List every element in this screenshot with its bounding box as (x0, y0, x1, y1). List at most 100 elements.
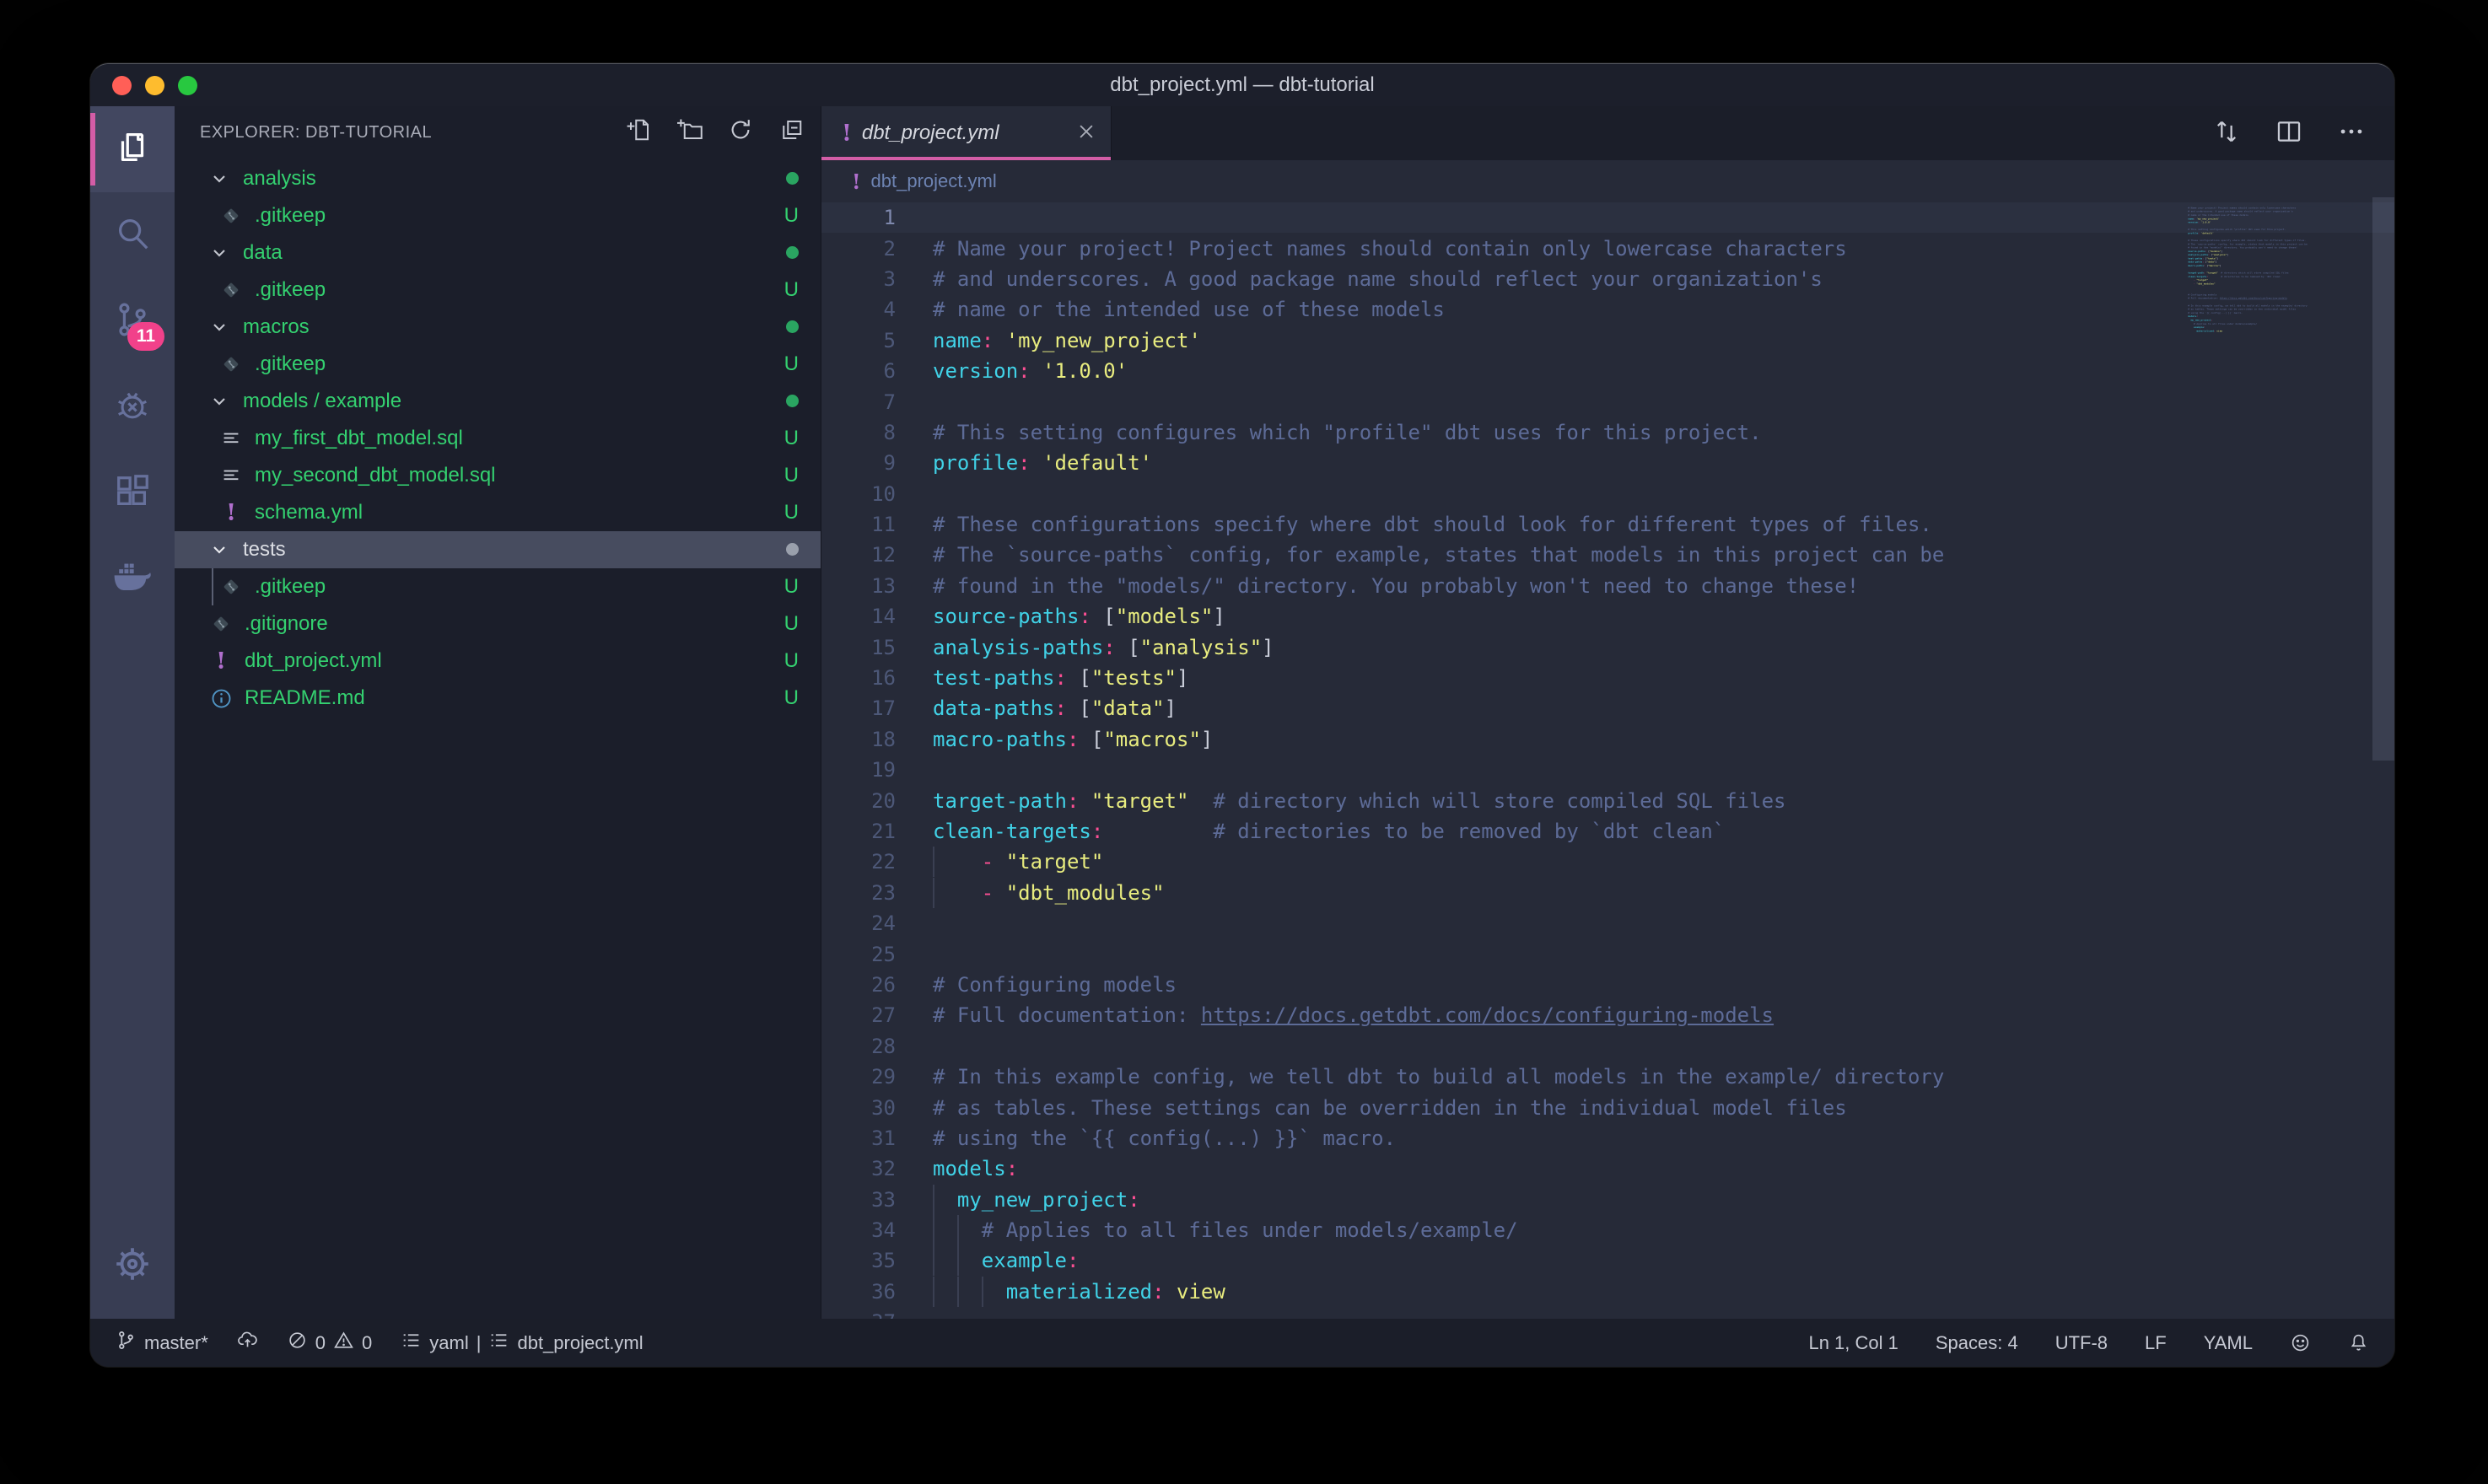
line-content: data-paths: ["data"] (933, 696, 1177, 720)
tree-item-my-first-dbt-model-sql[interactable]: my_first_dbt_model.sqlU (175, 420, 821, 457)
activity-debug[interactable] (90, 364, 175, 450)
tree-indent-guide (212, 568, 213, 605)
code-line-30[interactable]: 30# as tables. These settings can be ove… (821, 1092, 2394, 1122)
code-line-22[interactable]: 22 - "target" (821, 847, 2394, 877)
minimize-window-button[interactable] (145, 76, 164, 95)
code-line-7[interactable]: 7 (821, 386, 2394, 417)
code-line-28[interactable]: 28 (821, 1031, 2394, 1062)
code-line-19[interactable]: 19 (821, 755, 2394, 785)
tree-item-macros[interactable]: macros (175, 309, 821, 346)
git-branch-status[interactable]: master* (116, 1330, 208, 1356)
code-line-21[interactable]: 21clean-targets: # directories to be rem… (821, 816, 2394, 847)
code-line-8[interactable]: 8# This setting configures which "profil… (821, 417, 2394, 448)
line-number: 6 (821, 359, 896, 383)
code-line-33[interactable]: 33 my_new_project: (821, 1185, 2394, 1215)
code-line-32[interactable]: 32models: (821, 1153, 2394, 1184)
split-editor-icon[interactable] (2275, 117, 2303, 150)
editor-scrollbar[interactable] (2372, 197, 2394, 761)
activity-settings[interactable] (90, 1223, 175, 1309)
code-line-12[interactable]: 12# The `source-paths` config, for examp… (821, 540, 2394, 570)
code-line-31[interactable]: 31# using the `{{ config(...) }}` macro. (821, 1123, 2394, 1153)
code-line-25[interactable]: 25 (821, 938, 2394, 969)
code-line-6[interactable]: 6version: '1.0.0' (821, 356, 2394, 386)
code-line-26[interactable]: 26# Configuring models (821, 970, 2394, 1000)
yaml-schema-selector[interactable]: yaml | dbt_project.yml (401, 1330, 643, 1356)
tree-item-my-second-dbt-model-sql[interactable]: my_second_dbt_model.sqlU (175, 457, 821, 494)
code-editor[interactable]: 12# Name your project! Project names sho… (821, 202, 2394, 1319)
code-line-10[interactable]: 10 (821, 479, 2394, 509)
activity-source-control[interactable]: 11 (90, 278, 175, 364)
code-line-27[interactable]: 27# Full documentation: https://docs.get… (821, 1000, 2394, 1030)
code-line-5[interactable]: 5name: 'my_new_project' (821, 325, 2394, 356)
code-line-13[interactable]: 13# found in the "models/" directory. Yo… (821, 571, 2394, 601)
tree-item--gitignore[interactable]: .gitignoreU (175, 605, 821, 643)
code-line-24[interactable]: 24 (821, 908, 2394, 938)
code-line-3[interactable]: 3# and underscores. A good package name … (821, 264, 2394, 294)
code-line-23[interactable]: 23 - "dbt_modules" (821, 878, 2394, 908)
tree-item-models-example[interactable]: models / example (175, 383, 821, 420)
code-line-9[interactable]: 9profile: 'default' (821, 448, 2394, 478)
code-line-2[interactable]: 2# Name your project! Project names shou… (821, 233, 2394, 263)
new-folder-icon[interactable] (677, 117, 703, 148)
code-line-4[interactable]: 4# name or the intended use of these mod… (821, 294, 2394, 325)
code-line-29[interactable]: 29# In this example config, we tell dbt … (821, 1062, 2394, 1092)
code-line-35[interactable]: 35 example: (821, 1245, 2394, 1276)
notifications-bell-icon[interactable] (2348, 1332, 2369, 1353)
line-content: name: 'my_new_project' (2188, 218, 2220, 220)
line-number: 2 (821, 237, 896, 261)
zoom-window-button[interactable] (178, 76, 197, 95)
errors-icon (287, 1330, 308, 1356)
code-line-36[interactable]: 36 materialized: view (821, 1277, 2394, 1307)
eol-setting[interactable]: LF (2145, 1332, 2167, 1354)
publish-changes-button[interactable] (237, 1330, 258, 1356)
activity-search[interactable] (90, 192, 175, 278)
code-line-16[interactable]: 16test-paths: ["tests"] (821, 663, 2394, 693)
more-actions-icon[interactable] (2337, 117, 2366, 150)
tree-item-schema-yml[interactable]: !schema.ymlU (175, 494, 821, 531)
tree-item-dbt-project-yml[interactable]: !dbt_project.ymlU (175, 643, 821, 680)
code-line-34[interactable]: 34 # Applies to all files under models/e… (821, 1215, 2394, 1245)
code-line-14[interactable]: 14source-paths: ["models"] (821, 601, 2394, 632)
close-tab-icon[interactable] (1077, 122, 1096, 145)
tree-item--gitkeep[interactable]: .gitkeepU (175, 272, 821, 309)
refresh-icon[interactable] (728, 117, 753, 148)
new-file-icon[interactable] (627, 117, 652, 148)
line-number: 5 (821, 329, 896, 352)
activity-extensions[interactable] (90, 450, 175, 536)
git-status-badge: U (784, 649, 799, 673)
collapse-folders-icon[interactable] (778, 117, 804, 148)
indentation-setting[interactable]: Spaces: 4 (1936, 1332, 2018, 1354)
tree-item-readme-md[interactable]: README.mdU (175, 680, 821, 717)
code-line-1[interactable]: 1 (821, 202, 2394, 233)
code-line-17[interactable]: 17data-paths: ["data"] (821, 693, 2394, 723)
tree-item--gitkeep[interactable]: .gitkeepU (175, 346, 821, 383)
code-line-18[interactable]: 18macro-paths: ["macros"] (821, 724, 2394, 755)
activity-explorer[interactable] (90, 106, 175, 192)
tree-item--gitkeep[interactable]: .gitkeepU (175, 568, 821, 605)
language-mode[interactable]: YAML (2204, 1332, 2253, 1354)
tree-item--gitkeep[interactable]: .gitkeepU (175, 197, 821, 234)
open-changes-icon[interactable] (2212, 117, 2241, 150)
line-content: profile: 'default' (933, 451, 1152, 475)
code-line-15[interactable]: 15analysis-paths: ["analysis"] (821, 632, 2394, 662)
line-number: 37 (821, 1310, 896, 1319)
tree-item-label: README.md (245, 686, 784, 710)
git-status-badge: U (784, 278, 799, 302)
close-window-button[interactable] (112, 76, 132, 95)
minimap[interactable]: # Name your project! Project names shoul… (2184, 202, 2367, 455)
tree-item-tests[interactable]: tests (175, 531, 821, 568)
tree-item-analysis[interactable]: analysis (175, 160, 821, 197)
encoding-setting[interactable]: UTF-8 (2055, 1332, 2108, 1354)
code-line-11[interactable]: 11# These configurations specify where d… (821, 509, 2394, 540)
feedback-smiley-icon[interactable] (2290, 1332, 2311, 1353)
cursor-position[interactable]: Ln 1, Col 1 (1808, 1332, 1898, 1354)
breadcrumb[interactable]: ! dbt_project.yml (821, 160, 2394, 202)
modified-dot (786, 538, 799, 562)
tree-item-data[interactable]: data (175, 234, 821, 272)
activity-docker[interactable] (90, 536, 175, 622)
tab-dbt-project-yml[interactable]: ! dbt_project.yml (821, 106, 1112, 160)
problems-status[interactable]: 0 0 (287, 1330, 373, 1356)
git-file-icon (218, 279, 244, 301)
code-line-20[interactable]: 20target-path: "target" # directory whic… (821, 785, 2394, 815)
code-line-37[interactable]: 37 (821, 1307, 2394, 1319)
